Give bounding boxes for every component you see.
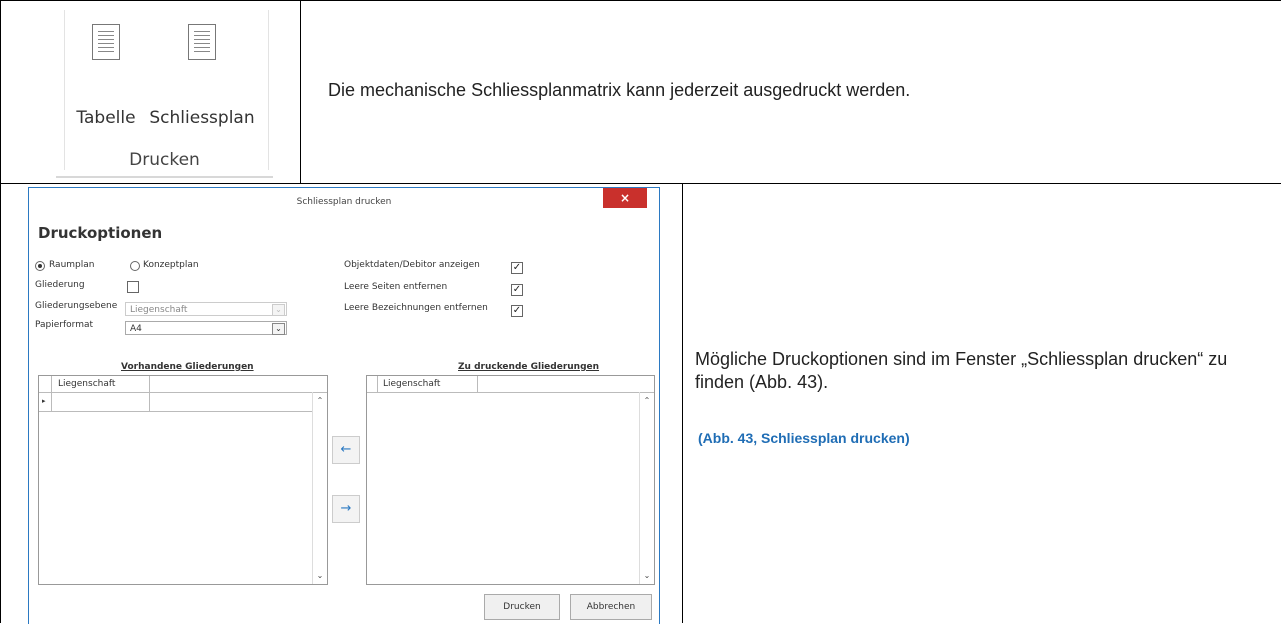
cancel-button[interactable]: Abbrechen [570, 594, 652, 620]
radio-konzeptplan[interactable] [130, 261, 140, 271]
scrollbar[interactable]: ⌃ ⌄ [639, 392, 654, 584]
radio-raumplan[interactable] [35, 261, 45, 271]
radio-raumplan-label: Raumplan [49, 260, 95, 270]
table-top-border [0, 0, 1281, 1]
grid-header: Liegenschaft [367, 376, 654, 393]
document-icon [92, 24, 120, 60]
chevron-down-icon: ⌄ [272, 304, 285, 316]
chevron-down-icon: ⌄ [643, 571, 651, 580]
ribbon-group: Tabelle Schliessplan Drucken [56, 10, 273, 180]
print-button[interactable]: Drucken [484, 594, 560, 620]
move-left-button[interactable]: ← [332, 436, 360, 464]
dialog-title: Schliessplan drucken [296, 197, 392, 207]
objektdaten-label: Objektdaten/Debitor anzeigen [344, 260, 480, 270]
print-groups-grid[interactable]: Liegenschaft ⌃ ⌄ [366, 375, 655, 585]
radio-konzeptplan-label: Konzeptplan [143, 260, 199, 270]
papierformat-value: A4 [130, 324, 142, 334]
dialog-heading: Druckoptionen [38, 224, 163, 242]
figure-caption: (Abb. 43, Schliessplan drucken) [698, 430, 910, 446]
grid-header: Liegenschaft [39, 376, 327, 393]
gliederung-checkbox[interactable] [127, 281, 139, 293]
chevron-down-icon: ⌄ [272, 323, 285, 335]
column-header-liegenschaft: Liegenschaft [58, 379, 116, 389]
document-icon [188, 24, 216, 60]
plan-print-label: Schliessplan [149, 108, 255, 128]
grid-column-divider [51, 376, 52, 412]
print-dialog: Schliessplan drucken × Druckoptionen Rau… [28, 187, 660, 624]
gliederung-label: Gliederung [35, 280, 85, 290]
ribbon-group-label: Drucken [129, 150, 200, 170]
row-pointer-icon: ▸ [42, 397, 46, 405]
leere-seiten-checkbox[interactable]: ✓ [511, 284, 523, 296]
objektdaten-checkbox[interactable]: ✓ [511, 262, 523, 274]
chevron-up-icon: ⌃ [316, 396, 324, 405]
grid-column-divider [377, 376, 378, 392]
table-left-border [0, 0, 1, 623]
table-column-divider [682, 183, 683, 623]
ribbon-separator [64, 10, 65, 170]
description-text: Mögliche Druckoptionen sind im Fenster „… [695, 349, 1228, 392]
leere-seiten-label: Leere Seiten entfernen [344, 282, 448, 292]
plan-print-button[interactable]: Schliessplan [144, 18, 260, 128]
papierformat-select[interactable]: A4 ⌄ [125, 321, 287, 335]
intro-text: Die mechanische Schliessplanmatrix kann … [328, 80, 911, 100]
grid-column-divider [149, 376, 150, 412]
chevron-down-icon: ⌄ [316, 571, 324, 580]
grid-column-divider [477, 376, 478, 392]
close-button[interactable]: × [603, 188, 647, 208]
move-right-button[interactable]: → [332, 495, 360, 523]
chevron-up-icon: ⌃ [643, 396, 651, 405]
available-groups-grid[interactable]: Liegenschaft ▸ ⌃ ⌄ [38, 375, 328, 585]
print-groups-title: Zu druckende Gliederungen [458, 362, 600, 372]
table-row-divider [0, 183, 1281, 184]
available-groups-title: Vorhandene Gliederungen [121, 362, 254, 372]
table-row[interactable] [39, 411, 313, 412]
gliederungsebene-select[interactable]: Liegenschaft ⌄ [125, 302, 287, 316]
papierformat-label: Papierformat [35, 320, 94, 330]
leere-bezeichnungen-checkbox[interactable]: ✓ [511, 305, 523, 317]
table-column-divider-top [300, 0, 301, 184]
scrollbar[interactable]: ⌃ ⌄ [312, 392, 327, 584]
table-print-button[interactable]: Tabelle [68, 18, 144, 128]
leere-bezeichnungen-label: Leere Bezeichnungen entfernen [344, 303, 488, 313]
ribbon-bottom-rule [56, 176, 273, 178]
gliederungsebene-label: Gliederungsebene [35, 301, 118, 311]
table-print-label: Tabelle [76, 108, 136, 128]
gliederungsebene-value: Liegenschaft [130, 305, 188, 315]
column-header-liegenschaft: Liegenschaft [383, 379, 441, 389]
ribbon-separator [268, 10, 269, 170]
